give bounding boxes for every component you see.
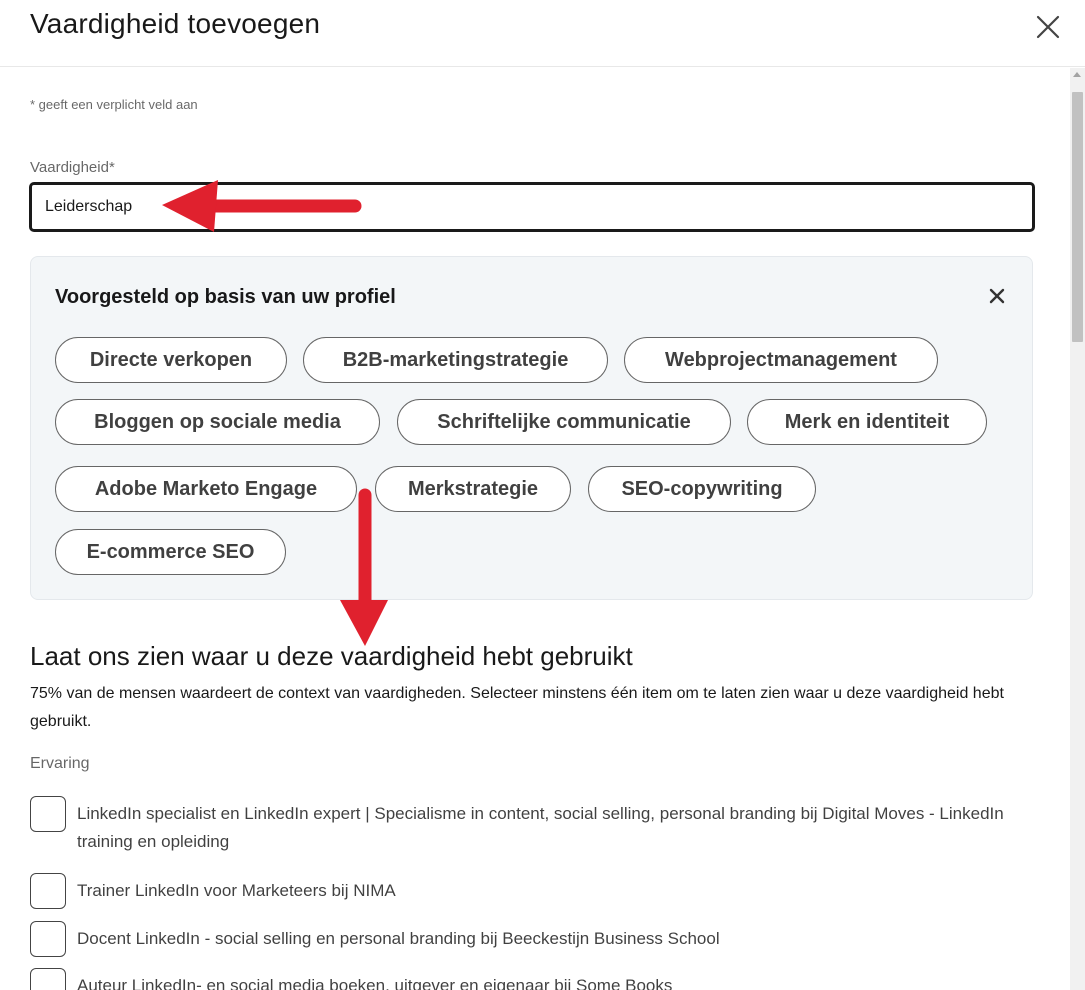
suggestion-pill[interactable]: Merk en identiteit bbox=[747, 399, 987, 445]
suggestions-panel: Voorgesteld op basis van uw profiel Dire… bbox=[30, 256, 1033, 600]
experience-label: Trainer LinkedIn voor Marketeers bij NIM… bbox=[77, 881, 396, 900]
suggestion-pill[interactable]: E-commerce SEO bbox=[55, 529, 286, 575]
suggestion-pill[interactable]: Directe verkopen bbox=[55, 337, 287, 383]
experience-checkbox[interactable] bbox=[30, 873, 66, 909]
experience-checkbox[interactable] bbox=[30, 796, 66, 832]
suggestion-pill[interactable]: Merkstrategie bbox=[375, 466, 571, 512]
close-icon bbox=[989, 288, 1005, 304]
context-heading: Laat ons zien waar u deze vaardigheid he… bbox=[30, 641, 633, 671]
dismiss-suggestions-button[interactable] bbox=[982, 281, 1012, 311]
scrollbar[interactable] bbox=[1070, 68, 1085, 990]
suggestion-pill[interactable]: Adobe Marketo Engage bbox=[55, 466, 357, 512]
experience-label: Auteur LinkedIn- en social media boeken,… bbox=[77, 976, 673, 990]
close-dialog-button[interactable] bbox=[1030, 9, 1066, 45]
experience-checkbox[interactable] bbox=[30, 921, 66, 957]
suggestion-pill[interactable]: SEO-copywriting bbox=[588, 466, 816, 512]
experience-label: LinkedIn specialist en LinkedIn expert |… bbox=[77, 804, 1004, 851]
skill-input[interactable] bbox=[29, 182, 1035, 232]
skill-field-label: Vaardigheid* bbox=[30, 159, 115, 176]
close-icon bbox=[1036, 15, 1060, 39]
dialog-body[interactable]: * geeft een verplicht veld aan Vaardighe… bbox=[0, 68, 1070, 990]
experience-checkbox[interactable] bbox=[30, 968, 66, 990]
suggestion-pill[interactable]: B2B-marketingstrategie bbox=[303, 337, 608, 383]
experience-group-label: Ervaring bbox=[30, 755, 90, 772]
required-note: * geeft een verplicht veld aan bbox=[30, 97, 198, 112]
dialog-header: Vaardigheid toevoegen bbox=[0, 0, 1085, 67]
context-description: 75% van de mensen waardeert de context v… bbox=[30, 685, 1004, 730]
scroll-up-arrow-icon[interactable] bbox=[1073, 72, 1081, 77]
suggestion-pill[interactable]: Bloggen op sociale media bbox=[55, 399, 380, 445]
suggestions-title: Voorgesteld op basis van uw profiel bbox=[55, 286, 396, 308]
suggestion-pill[interactable]: Webprojectmanagement bbox=[624, 337, 938, 383]
scroll-thumb[interactable] bbox=[1072, 92, 1083, 342]
suggestion-pill[interactable]: Schriftelijke communicatie bbox=[397, 399, 731, 445]
experience-label: Docent LinkedIn - social selling en pers… bbox=[77, 929, 720, 948]
dialog-title: Vaardigheid toevoegen bbox=[30, 8, 321, 39]
